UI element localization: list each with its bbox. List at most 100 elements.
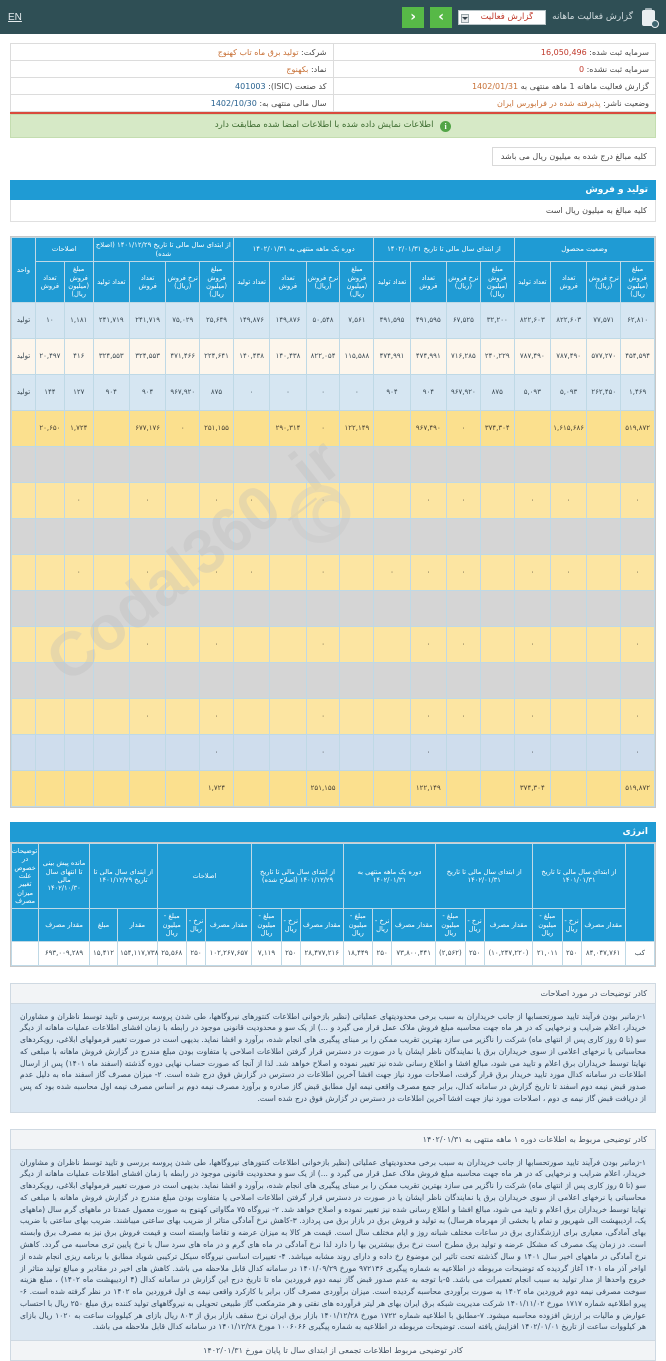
col-sales-d: تعداد فروش: [129, 262, 165, 303]
table-cell: ۹۶۷,۴۹۰: [410, 410, 446, 446]
company-info-table: سرمایه ثبت شده: 16,050,496 شرکت: تولید ب…: [10, 43, 656, 112]
status-value: پذیرفته شده در فرابورس ایران: [497, 99, 601, 108]
table-cell: ۸۲۲,۶۰۳: [551, 302, 587, 338]
table-cell: ۰: [514, 698, 550, 734]
table-cell: [621, 590, 655, 626]
table-cell: ۶۷۷,۱۷۶: [129, 410, 165, 446]
table-cell: ۲۱,۰۱۱: [533, 941, 562, 965]
group-header-1: از ابتدای سال مالی تا تاریخ ۱۴۰۲/۰۱/۳۱: [374, 238, 514, 262]
col-rate-a: نرخ فروش (ریال): [587, 262, 621, 303]
table-cell: [447, 734, 481, 770]
col-prod-a: تعداد تولید: [514, 262, 550, 303]
e-desc: [12, 909, 39, 941]
table-cell: ۱,۴۶۹: [621, 374, 655, 410]
table-cell: ۰: [233, 482, 269, 518]
table-cell: ۰: [306, 410, 340, 446]
table-cell: [93, 554, 129, 590]
table-cell: ۱۴۹,۸۷۶: [270, 302, 306, 338]
col-sales-e: تعداد فروش: [35, 262, 64, 303]
table-cell: [410, 518, 446, 554]
table-cell-unit: [12, 590, 36, 626]
table-cell: ۰: [233, 374, 269, 410]
table-cell: [374, 626, 410, 662]
table-cell: ۰: [447, 626, 481, 662]
table-cell: ۱۲۲,۱۴۹: [340, 410, 374, 446]
e-amt-f: مبلغ: [89, 909, 117, 941]
table-cell: [587, 518, 621, 554]
table-cell: [166, 518, 200, 554]
e-amt-c: مبلغ - میلیون ریال: [343, 909, 372, 941]
report-type-select[interactable]: گزارش فعالیت: [458, 10, 546, 25]
table-cell: [64, 518, 93, 554]
table-cell: ۰: [410, 698, 446, 734]
table-cell: ۰: [129, 698, 165, 734]
isic-cell: کد صنعت (ISIC): 401003: [11, 78, 334, 95]
table-cell: [233, 734, 269, 770]
period-label: گزارش فعالیت ماهانه 1 ماهه منتهی به: [521, 82, 649, 91]
table-cell: [374, 482, 410, 518]
table-cell: [306, 590, 340, 626]
group-header-3: از ابتدای سال مالی تا تاریخ ۱۴۰۱/۱۲/۲۹ (…: [93, 238, 233, 262]
next-report-button[interactable]: ›: [430, 7, 452, 28]
e-amt-e: مبلغ - میلیون ریال: [157, 909, 186, 941]
table-cell: ۴۷۴,۹۹۱: [410, 338, 446, 374]
signature-match-text: اطلاعات نمایش داده شده با اطلاعات امضا ش…: [215, 120, 434, 130]
table-row: [12, 446, 655, 482]
table-cell-unit: تولید: [12, 374, 36, 410]
table-cell: ۲۲۴,۶۴۱: [200, 338, 234, 374]
amount-unit-note: کلیه مبالغ درج شده به میلیون ریال می باش…: [492, 147, 656, 166]
table-cell: [129, 518, 165, 554]
table-cell: [35, 734, 64, 770]
language-toggle-en[interactable]: EN: [8, 12, 22, 23]
page-content: Codal360_ir سرمایه ثبت شده: 16,050,496 ش…: [0, 43, 666, 1361]
col-amount-c: مبلغ فروش (میلیون ریال): [340, 262, 374, 303]
table-cell: ۲۴۱,۷۱۹: [93, 302, 129, 338]
period-value: 1402/01/31: [472, 82, 518, 91]
table-cell: [166, 734, 200, 770]
table-cell: [233, 446, 269, 482]
table-cell-unit: [12, 626, 36, 662]
table-cell: [374, 734, 410, 770]
table-cell: [447, 446, 481, 482]
table-cell: ۲۸,۴۷۷,۲۱۶: [300, 941, 343, 965]
table-cell: ۳۲۴,۵۵۳: [129, 338, 165, 374]
table-cell: [233, 662, 269, 698]
prev-report-button[interactable]: ‹: [402, 7, 424, 28]
table-cell: ۰: [340, 374, 374, 410]
table-cell: [200, 446, 234, 482]
table-cell: [64, 770, 93, 806]
table-cell: ۰: [129, 626, 165, 662]
table-cell: [587, 734, 621, 770]
table-cell: ۵,۰۹۳: [514, 374, 550, 410]
table-cell: ۴۹۱,۵۹۵: [374, 302, 410, 338]
table-cell: [306, 446, 340, 482]
table-cell: ۰: [306, 626, 340, 662]
production-table-head: وضعیت محصول از ابتدای سال مالی تا تاریخ …: [12, 238, 655, 303]
chevron-right-icon: ›: [438, 10, 444, 24]
table-cell: [340, 662, 374, 698]
table-cell: [233, 626, 269, 662]
table-cell: ۲۵۱,۱۵۵: [306, 770, 340, 806]
table-cell: [93, 410, 129, 446]
table-cell: [93, 770, 129, 806]
col-sales-b: تعداد فروش: [410, 262, 446, 303]
table-cell: ۱۱۵,۵۸۸: [340, 338, 374, 374]
table-cell: [93, 662, 129, 698]
table-cell: ۳۲,۲۰۰: [480, 302, 514, 338]
capital-unregistered-label: سرمایه ثبت نشده:: [587, 65, 649, 74]
table-cell-unit: [12, 482, 36, 518]
table-cell: ۰: [551, 554, 587, 590]
symbol-value: بکهنوج: [286, 65, 308, 74]
table-cell: [166, 626, 200, 662]
table-cell: ۹۰۴: [129, 374, 165, 410]
col-prod-c: تعداد تولید: [233, 262, 269, 303]
table-cell: (۱۰,۲۴۷,۲۲۰): [484, 941, 533, 965]
table-cell: [587, 590, 621, 626]
note-footer: کادر توضیحی مربوط اطلاعات تجمعی از ابتدا…: [11, 1340, 655, 1360]
energy-row-label-header: [625, 843, 654, 941]
table-cell: [551, 590, 587, 626]
table-cell: [35, 446, 64, 482]
table-cell: [551, 518, 587, 554]
table-cell: [587, 626, 621, 662]
table-cell: [340, 770, 374, 806]
